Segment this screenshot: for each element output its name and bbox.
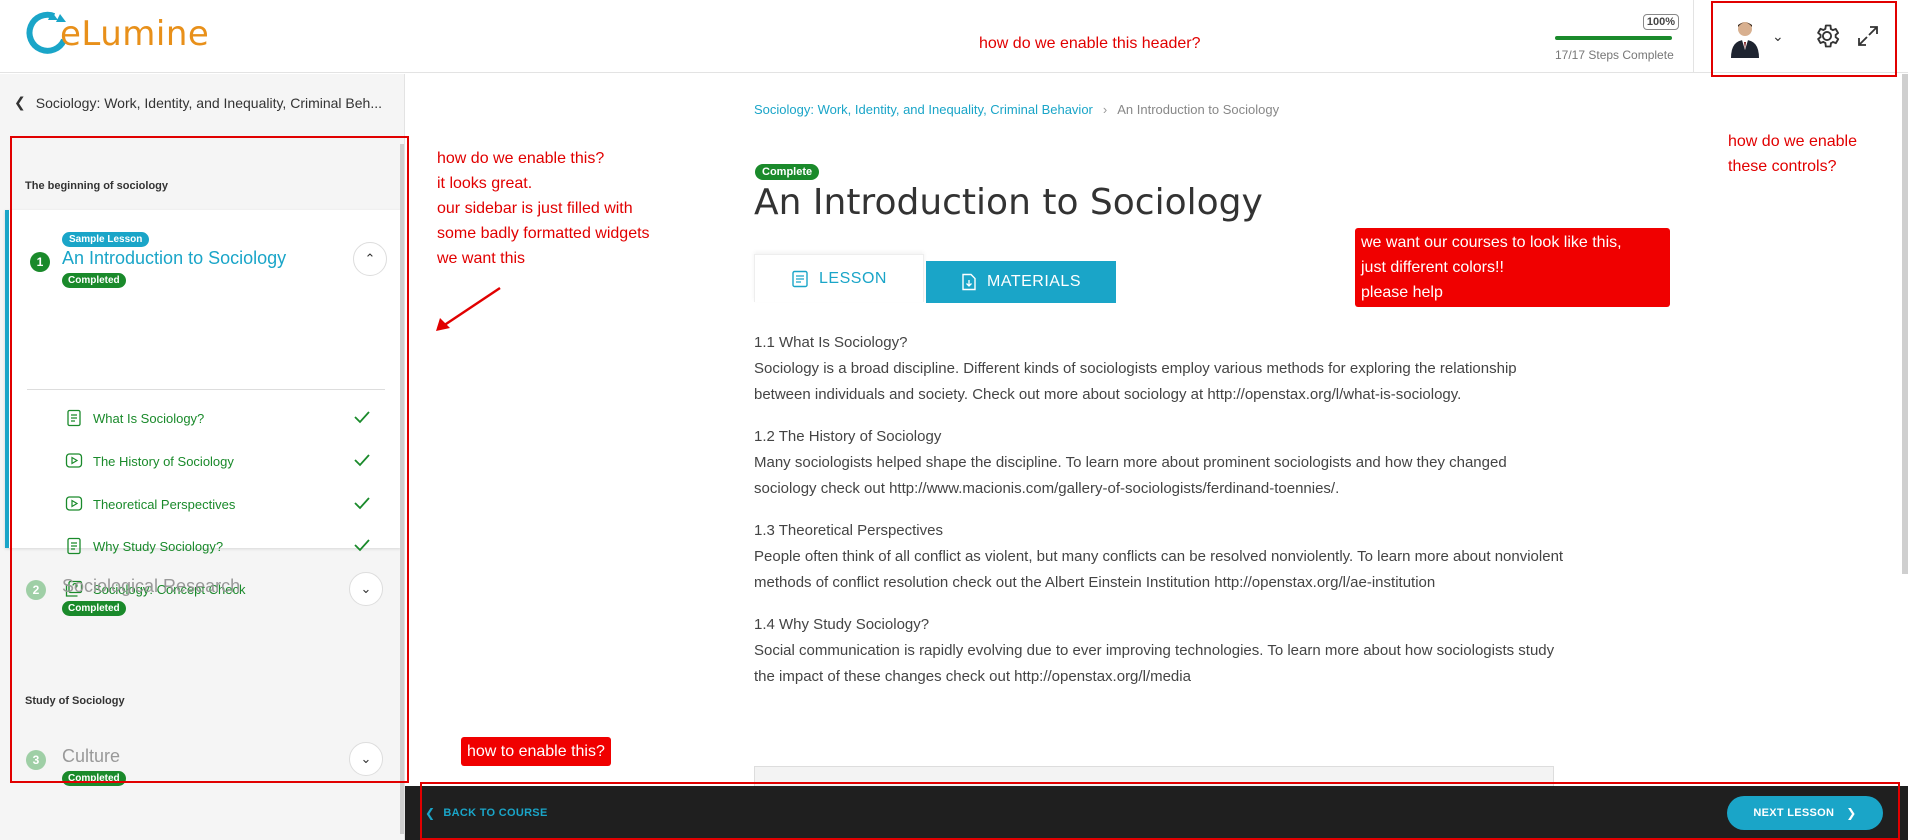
lesson-document-icon bbox=[792, 270, 808, 287]
content-paragraph: 1.1 What Is Sociology? Sociology is a br… bbox=[754, 330, 1564, 408]
header-divider bbox=[1693, 0, 1694, 73]
progress-percent-badge: 100% bbox=[1642, 14, 1679, 30]
logo-text: eLumine bbox=[60, 14, 210, 54]
annotation-box-sidebar bbox=[10, 136, 409, 783]
annotation-controls-note: how do we enable these controls? bbox=[1728, 129, 1857, 179]
annotation-line: just different colors!! bbox=[1361, 259, 1504, 276]
elumine-logo[interactable]: eLumine bbox=[24, 10, 209, 56]
content-paragraph: 1.4 Why Study Sociology? Social communic… bbox=[754, 612, 1564, 690]
annotation-sidebar-note: how do we enable this? it looks great. o… bbox=[437, 146, 650, 271]
lesson-content: 1.1 What Is Sociology? Sociology is a br… bbox=[754, 330, 1564, 706]
lesson-status-tag: Complete bbox=[755, 164, 820, 180]
download-document-icon bbox=[962, 273, 976, 291]
annotation-line: these controls? bbox=[1728, 158, 1837, 175]
annotation-box-footer bbox=[420, 782, 1900, 840]
main-scrollbar[interactable] bbox=[1902, 74, 1908, 574]
annotation-line: it looks great. bbox=[437, 175, 533, 192]
breadcrumb-course-link[interactable]: Sociology: Work, Identity, and Inequalit… bbox=[754, 102, 1093, 117]
paragraph-text: Social communication is rapidly evolving… bbox=[754, 642, 1555, 685]
top-header: eLumine 100% 17/17 Steps Complete ⌄ bbox=[0, 0, 1908, 73]
paragraph-text: Many sociologists helped shape the disci… bbox=[754, 454, 1507, 497]
paragraph-heading: 1.1 What Is Sociology? bbox=[754, 334, 908, 351]
annotation-line: how do we enable bbox=[1728, 133, 1857, 150]
paragraph-heading: 1.2 The History of Sociology bbox=[754, 428, 942, 445]
content-paragraph: 1.2 The History of Sociology Many sociol… bbox=[754, 424, 1564, 502]
tab-materials[interactable]: MATERIALS bbox=[926, 261, 1116, 303]
tab-label: MATERIALS bbox=[987, 273, 1081, 290]
sidebar-course-title: Sociology: Work, Identity, and Inequalit… bbox=[35, 94, 383, 111]
annotation-line: how do we enable this? bbox=[437, 150, 605, 167]
progress-bar bbox=[1555, 36, 1672, 40]
sidebar-back-to-course[interactable]: ❮ Sociology: Work, Identity, and Inequal… bbox=[14, 94, 382, 111]
breadcrumb-current: An Introduction to Sociology bbox=[1117, 102, 1280, 117]
annotation-header-note: how do we enable this header? bbox=[979, 35, 1201, 52]
content-paragraph: 1.3 Theoretical Perspectives People ofte… bbox=[754, 518, 1564, 596]
tab-lesson[interactable]: LESSON bbox=[754, 254, 924, 302]
annotation-arrow-icon bbox=[436, 286, 501, 331]
annotation-line: some badly formatted widgets bbox=[437, 225, 650, 242]
progress-text: 17/17 Steps Complete bbox=[1555, 48, 1674, 62]
annotation-line: please help bbox=[1361, 284, 1443, 301]
paragraph-heading: 1.4 Why Study Sociology? bbox=[754, 616, 930, 633]
paragraph-heading: 1.3 Theoretical Perspectives bbox=[754, 522, 943, 539]
annotation-line: we want our courses to look like this, bbox=[1361, 234, 1622, 251]
tab-label: LESSON bbox=[819, 269, 887, 287]
chevron-right-icon: › bbox=[1102, 102, 1108, 117]
chevron-left-icon: ❮ bbox=[14, 94, 26, 110]
breadcrumb: Sociology: Work, Identity, and Inequalit… bbox=[754, 102, 1279, 117]
page-title: An Introduction to Sociology bbox=[754, 182, 1263, 223]
paragraph-text: Sociology is a broad discipline. Differe… bbox=[754, 360, 1517, 403]
annotation-box-controls bbox=[1711, 1, 1897, 77]
annotation-courses-note: we want our courses to look like this, j… bbox=[1355, 228, 1670, 307]
annotation-line: we want this bbox=[437, 250, 526, 267]
annotation-footer-note: how to enable this? bbox=[461, 737, 611, 766]
annotation-line: our sidebar is just filled with bbox=[437, 200, 633, 217]
paragraph-text: People often think of all conflict as vi… bbox=[754, 548, 1564, 591]
